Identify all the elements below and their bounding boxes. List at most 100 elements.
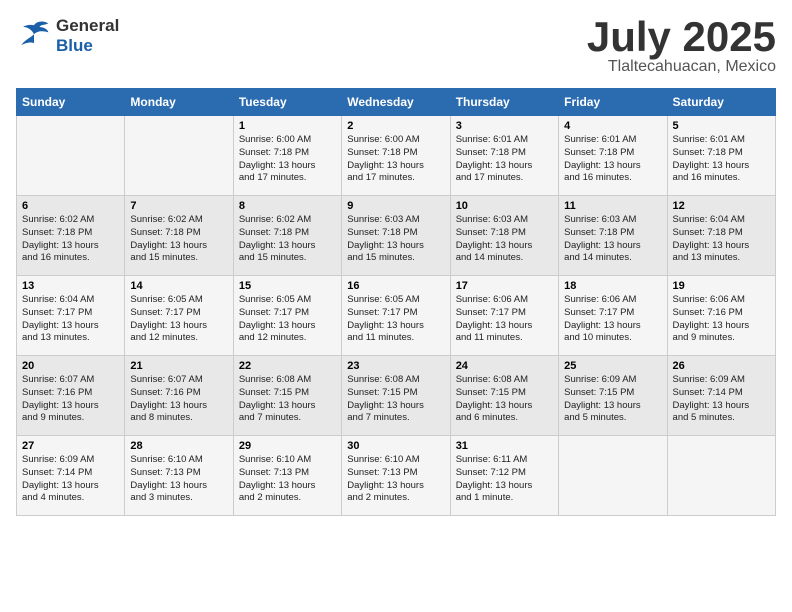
- day-number: 22: [239, 360, 336, 372]
- calendar-cell: 31Sunrise: 6:11 AM Sunset: 7:12 PM Dayli…: [450, 436, 558, 516]
- calendar-cell: 18 Sunrise: 6:06 AM Sunset: 7:17 PM Dayli…: [559, 276, 667, 356]
- day-number: 8: [239, 200, 336, 212]
- day-info: Sunrise: 6:08 AM Sunset: 7:15 PM Dayligh…: [347, 374, 444, 425]
- day-info: Sunrise: 6:03 AM Sunset: 7:18 PM Dayligh…: [564, 214, 661, 265]
- weekday-header: Tuesday: [233, 89, 341, 116]
- calendar-week-row: 20 Sunrise: 6:07 AM Sunset: 7:16 PM Dayli…: [17, 356, 776, 436]
- day-number: 10: [456, 200, 553, 212]
- calendar-cell: 13 Sunrise: 6:04 AM Sunset: 7:17 PM Dayli…: [17, 276, 125, 356]
- calendar-cell: [125, 116, 233, 196]
- day-number: 16: [347, 280, 444, 292]
- day-number: 7: [130, 200, 227, 212]
- calendar-cell: 17 Sunrise: 6:06 AM Sunset: 7:17 PM Dayli…: [450, 276, 558, 356]
- day-info: Sunrise: 6:02 AM Sunset: 7:18 PM Dayligh…: [239, 214, 336, 265]
- day-number: 29: [239, 440, 336, 452]
- weekday-header: Saturday: [667, 89, 775, 116]
- calendar-week-row: 27Sunrise: 6:09 AM Sunset: 7:14 PM Dayli…: [17, 436, 776, 516]
- day-number: 19: [673, 280, 770, 292]
- day-number: 25: [564, 360, 661, 372]
- weekday-header: Friday: [559, 89, 667, 116]
- day-number: 28: [130, 440, 227, 452]
- day-number: 3: [456, 120, 553, 132]
- day-info: Sunrise: 6:09 AM Sunset: 7:14 PM Dayligh…: [673, 374, 770, 425]
- calendar-cell: 10Sunrise: 6:03 AM Sunset: 7:18 PM Dayli…: [450, 196, 558, 276]
- day-number: 26: [673, 360, 770, 372]
- day-number: 14: [130, 280, 227, 292]
- day-number: 31: [456, 440, 553, 452]
- day-number: 11: [564, 200, 661, 212]
- day-number: 21: [130, 360, 227, 372]
- calendar-cell: 2 Sunrise: 6:00 AM Sunset: 7:18 PM Daylig…: [342, 116, 450, 196]
- day-number: 15: [239, 280, 336, 292]
- month-title: July 2025: [587, 16, 776, 58]
- day-number: 5: [673, 120, 770, 132]
- day-info: Sunrise: 6:06 AM Sunset: 7:16 PM Dayligh…: [673, 294, 770, 345]
- page-header: General Blue July 2025 Tlaltecahuacan, M…: [16, 16, 776, 76]
- day-info: Sunrise: 6:08 AM Sunset: 7:15 PM Dayligh…: [456, 374, 553, 425]
- day-info: Sunrise: 6:01 AM Sunset: 7:18 PM Dayligh…: [673, 134, 770, 185]
- calendar-cell: 30Sunrise: 6:10 AM Sunset: 7:13 PM Dayli…: [342, 436, 450, 516]
- day-info: Sunrise: 6:02 AM Sunset: 7:18 PM Dayligh…: [130, 214, 227, 265]
- weekday-header: Monday: [125, 89, 233, 116]
- calendar-week-row: 1 Sunrise: 6:00 AM Sunset: 7:18 PM Daylig…: [17, 116, 776, 196]
- calendar-cell: 24 Sunrise: 6:08 AM Sunset: 7:15 PM Dayli…: [450, 356, 558, 436]
- day-number: 12: [673, 200, 770, 212]
- calendar-week-row: 13 Sunrise: 6:04 AM Sunset: 7:17 PM Dayli…: [17, 276, 776, 356]
- calendar-cell: 26 Sunrise: 6:09 AM Sunset: 7:14 PM Dayli…: [667, 356, 775, 436]
- day-info: Sunrise: 6:00 AM Sunset: 7:18 PM Dayligh…: [239, 134, 336, 185]
- day-number: 17: [456, 280, 553, 292]
- day-number: 4: [564, 120, 661, 132]
- calendar-cell: 25 Sunrise: 6:09 AM Sunset: 7:15 PM Dayli…: [559, 356, 667, 436]
- calendar-cell: [17, 116, 125, 196]
- day-number: 30: [347, 440, 444, 452]
- day-info: Sunrise: 6:10 AM Sunset: 7:13 PM Dayligh…: [130, 454, 227, 505]
- weekday-header: Wednesday: [342, 89, 450, 116]
- calendar-cell: 27Sunrise: 6:09 AM Sunset: 7:14 PM Dayli…: [17, 436, 125, 516]
- calendar-cell: 23 Sunrise: 6:08 AM Sunset: 7:15 PM Dayli…: [342, 356, 450, 436]
- day-info: Sunrise: 6:07 AM Sunset: 7:16 PM Dayligh…: [22, 374, 119, 425]
- calendar-cell: 21 Sunrise: 6:07 AM Sunset: 7:16 PM Dayli…: [125, 356, 233, 436]
- day-info: Sunrise: 6:06 AM Sunset: 7:17 PM Dayligh…: [456, 294, 553, 345]
- calendar-cell: [559, 436, 667, 516]
- title-block: July 2025 Tlaltecahuacan, Mexico: [587, 16, 776, 76]
- day-info: Sunrise: 6:03 AM Sunset: 7:18 PM Dayligh…: [347, 214, 444, 265]
- calendar-cell: 12Sunrise: 6:04 AM Sunset: 7:18 PM Dayli…: [667, 196, 775, 276]
- day-number: 1: [239, 120, 336, 132]
- calendar-cell: 8 Sunrise: 6:02 AM Sunset: 7:18 PM Daylig…: [233, 196, 341, 276]
- day-number: 13: [22, 280, 119, 292]
- calendar-cell: 5 Sunrise: 6:01 AM Sunset: 7:18 PM Daylig…: [667, 116, 775, 196]
- weekday-header-row: SundayMondayTuesdayWednesdayThursdayFrid…: [17, 89, 776, 116]
- calendar-cell: 22Sunrise: 6:08 AM Sunset: 7:15 PM Dayli…: [233, 356, 341, 436]
- calendar-cell: 29Sunrise: 6:10 AM Sunset: 7:13 PM Dayli…: [233, 436, 341, 516]
- calendar-cell: 7 Sunrise: 6:02 AM Sunset: 7:18 PM Daylig…: [125, 196, 233, 276]
- day-number: 6: [22, 200, 119, 212]
- day-info: Sunrise: 6:09 AM Sunset: 7:14 PM Dayligh…: [22, 454, 119, 505]
- day-number: 2: [347, 120, 444, 132]
- day-number: 24: [456, 360, 553, 372]
- calendar-cell: 28 Sunrise: 6:10 AM Sunset: 7:13 PM Dayli…: [125, 436, 233, 516]
- weekday-header: Thursday: [450, 89, 558, 116]
- day-info: Sunrise: 6:02 AM Sunset: 7:18 PM Dayligh…: [22, 214, 119, 265]
- day-number: 20: [22, 360, 119, 372]
- logo: General Blue: [16, 16, 119, 56]
- calendar-cell: 20 Sunrise: 6:07 AM Sunset: 7:16 PM Dayli…: [17, 356, 125, 436]
- day-info: Sunrise: 6:05 AM Sunset: 7:17 PM Dayligh…: [130, 294, 227, 345]
- calendar-cell: 11 Sunrise: 6:03 AM Sunset: 7:18 PM Dayli…: [559, 196, 667, 276]
- calendar-cell: 3Sunrise: 6:01 AM Sunset: 7:18 PM Daylig…: [450, 116, 558, 196]
- day-info: Sunrise: 6:00 AM Sunset: 7:18 PM Dayligh…: [347, 134, 444, 185]
- day-number: 18: [564, 280, 661, 292]
- calendar-table: SundayMondayTuesdayWednesdayThursdayFrid…: [16, 88, 776, 516]
- day-info: Sunrise: 6:04 AM Sunset: 7:17 PM Dayligh…: [22, 294, 119, 345]
- calendar-cell: 15Sunrise: 6:05 AM Sunset: 7:17 PM Dayli…: [233, 276, 341, 356]
- day-info: Sunrise: 6:01 AM Sunset: 7:18 PM Dayligh…: [564, 134, 661, 185]
- calendar-cell: 6 Sunrise: 6:02 AM Sunset: 7:18 PM Daylig…: [17, 196, 125, 276]
- calendar-cell: 1 Sunrise: 6:00 AM Sunset: 7:18 PM Daylig…: [233, 116, 341, 196]
- day-info: Sunrise: 6:09 AM Sunset: 7:15 PM Dayligh…: [564, 374, 661, 425]
- day-number: 23: [347, 360, 444, 372]
- calendar-cell: 14 Sunrise: 6:05 AM Sunset: 7:17 PM Dayli…: [125, 276, 233, 356]
- calendar-cell: 9Sunrise: 6:03 AM Sunset: 7:18 PM Daylig…: [342, 196, 450, 276]
- day-info: Sunrise: 6:06 AM Sunset: 7:17 PM Dayligh…: [564, 294, 661, 345]
- day-info: Sunrise: 6:07 AM Sunset: 7:16 PM Dayligh…: [130, 374, 227, 425]
- weekday-header: Sunday: [17, 89, 125, 116]
- logo-icon: [16, 18, 52, 54]
